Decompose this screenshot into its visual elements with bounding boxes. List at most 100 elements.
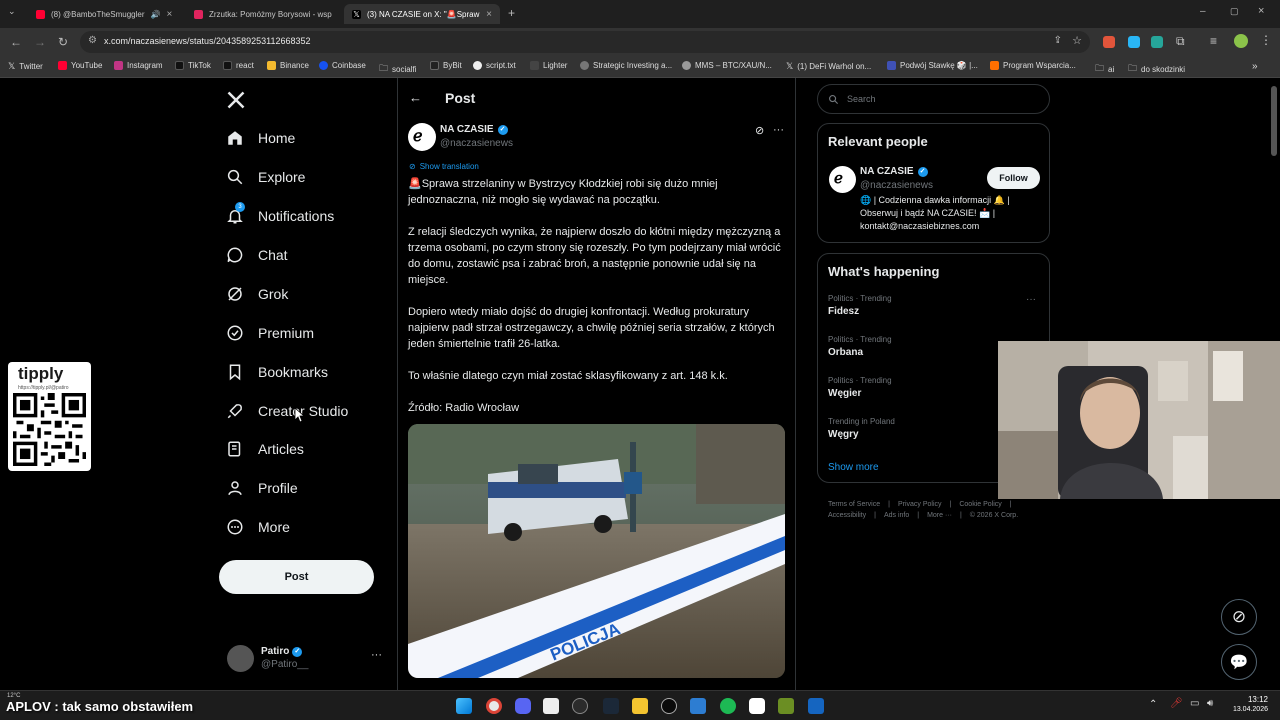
post-image[interactable]: POLICJA [408, 424, 785, 678]
sidebar-item-bookmarks[interactable]: Bookmarks [226, 363, 328, 381]
app-icon[interactable] [749, 698, 765, 714]
extension-icon[interactable] [1128, 36, 1140, 48]
bookmark-item[interactable]: MMS – BTC/XAU/N... [682, 61, 772, 70]
follow-button[interactable]: Follow [987, 167, 1040, 189]
more-dots-icon[interactable]: ··· [773, 124, 784, 136]
sidebar-item-notifications[interactable]: 3 Notifications [226, 202, 334, 225]
bookmark-item[interactable]: Program Wsparcia... [990, 61, 1076, 70]
sidebar-item-profile[interactable]: Profile [226, 479, 298, 497]
trend-item[interactable]: Trending in Poland Węgry [828, 417, 895, 440]
menu-icon[interactable]: ⋮ [1260, 33, 1272, 47]
network-icon[interactable]: ▭ [1190, 698, 1199, 709]
bookmark-item[interactable]: 𝕏 (1) DeFi Warhol on... [786, 61, 871, 72]
person-name[interactable]: NA CZASIE [860, 166, 914, 177]
chrome-icon[interactable] [486, 698, 502, 714]
url-input[interactable]: ⚙ x.com/naczasienews/status/204358925311… [80, 31, 1090, 53]
discord-icon[interactable] [515, 698, 531, 714]
back-arrow-icon[interactable]: ← [409, 90, 422, 105]
show-translation-link[interactable]: ⊘ Show translation [409, 162, 479, 171]
sidebar-item-home[interactable]: Home [226, 129, 295, 147]
maximize-icon[interactable]: ▢ [1230, 6, 1239, 17]
bookmark-item[interactable]: script.txt [473, 61, 516, 70]
site-info-icon[interactable]: ⚙ [88, 35, 97, 46]
bookmark-item[interactable]: react [223, 61, 254, 70]
star-icon[interactable]: ☆ [1072, 34, 1082, 47]
trend-item[interactable]: Politics · Trending Orbana [828, 335, 892, 358]
bookmark-item[interactable]: 🗀 do skodzinki [1128, 61, 1185, 77]
close-icon[interactable]: × [486, 9, 492, 20]
profile-avatar-icon[interactable] [1234, 34, 1248, 48]
new-tab-icon[interactable]: + [508, 6, 515, 20]
x-logo-icon[interactable] [226, 90, 246, 110]
bookmark-item[interactable]: Lighter [530, 61, 567, 70]
bookmark-item[interactable]: ByBit [430, 61, 462, 70]
more-dots-icon[interactable]: ··· [1026, 294, 1036, 305]
clock-date[interactable]: 13.04.2026 [1218, 706, 1268, 713]
bookmark-item[interactable]: Podwój Stawkę 🎲 |... [887, 61, 978, 70]
speaker-icon[interactable]: 🔊 [151, 10, 161, 19]
close-icon[interactable]: × [166, 9, 172, 20]
show-more-link[interactable]: Show more [828, 462, 879, 473]
volume-icon[interactable]: 🔊︎ [1207, 698, 1213, 709]
footer-link[interactable]: Cookie Policy [959, 501, 1001, 508]
obs-icon[interactable] [572, 698, 588, 714]
account-switcher[interactable]: Patiro ✓ @Patiro__ ··· [227, 644, 397, 674]
forward-icon[interactable]: → [34, 35, 46, 49]
post-button[interactable]: Post [219, 560, 374, 594]
steam-icon[interactable] [603, 698, 619, 714]
back-icon[interactable]: ← [10, 35, 22, 49]
bookmark-item[interactable]: Coinbase [319, 61, 366, 70]
sidebar-item-articles[interactable]: Articles [226, 440, 304, 458]
sidebar-item-chat[interactable]: Chat [226, 246, 288, 264]
app-icon[interactable] [778, 698, 794, 714]
microphone-icon[interactable]: 🎤︎ [1170, 698, 1183, 709]
spotify-icon[interactable] [720, 698, 736, 714]
tray-chevron-icon[interactable]: ⌃ [1149, 699, 1157, 710]
grok-icon[interactable]: ⊘ [755, 124, 764, 137]
sidebar-item-grok[interactable]: Grok [226, 285, 288, 303]
author-handle[interactable]: @naczasienews [440, 138, 513, 149]
bookmark-item[interactable]: TikTok [175, 61, 211, 70]
footer-link[interactable]: Terms of Service [828, 501, 880, 508]
extension-icon[interactable] [1151, 36, 1163, 48]
bookmark-item[interactable]: 🗀 ai [1095, 61, 1114, 77]
sidebar-item-creator-studio[interactable]: Creator Studio [226, 402, 348, 420]
author-name[interactable]: NA CZASIE [440, 124, 494, 135]
bookmark-item[interactable]: 🗀 socialfi [379, 61, 416, 77]
footer-link[interactable]: More ··· [927, 512, 952, 519]
install-icon[interactable]: ⇪ [1054, 35, 1062, 46]
extensions-puzzle-icon[interactable]: ⧉ [1176, 34, 1185, 49]
sidebar-item-premium[interactable]: Premium [226, 324, 314, 342]
more-dots-icon[interactable]: ··· [371, 649, 382, 661]
bookmark-item[interactable]: Strategic Investing a... [580, 61, 672, 70]
footer-link[interactable]: Privacy Policy [898, 501, 942, 508]
app-icon[interactable] [543, 698, 559, 714]
bookmark-item[interactable]: Binance [267, 61, 309, 70]
more-bookmarks-icon[interactable]: » [1252, 61, 1258, 72]
app-icon[interactable] [690, 698, 706, 714]
folder-icon[interactable] [632, 698, 648, 714]
person-handle[interactable]: @naczasienews [860, 180, 933, 191]
close-window-icon[interactable]: × [1258, 5, 1264, 17]
bookmark-item[interactable]: 𝕏 Twitter [8, 61, 43, 72]
windows-start-icon[interactable] [456, 698, 472, 714]
search-input[interactable]: Search [817, 84, 1050, 114]
app-icon[interactable] [808, 698, 824, 714]
reading-list-icon[interactable]: ≡ [1210, 34, 1217, 48]
extension-icon[interactable] [1103, 36, 1115, 48]
author-avatar[interactable]: ℯ [829, 166, 856, 193]
reload-icon[interactable]: ↻ [58, 35, 68, 49]
tab-search-icon[interactable]: ⌄ [8, 6, 16, 17]
sidebar-item-explore[interactable]: Explore [226, 168, 305, 186]
sidebar-item-more[interactable]: More [226, 518, 290, 536]
clock-time[interactable]: 13:12 [1228, 695, 1268, 704]
tab-x-post[interactable]: 𝕏 (3) NA CZASIE on X: "🚨Spraw × [344, 4, 500, 24]
footer-link[interactable]: Ads info [884, 512, 909, 519]
grok-float-button[interactable]: ⊘ [1221, 599, 1257, 635]
author-avatar[interactable]: ℯ [408, 123, 436, 151]
minimize-icon[interactable]: – [1200, 6, 1206, 17]
tab-youtube[interactable]: (8) @BamboTheSmuggler 🔊 × [28, 4, 178, 24]
page-scrollbar[interactable] [1271, 86, 1277, 156]
trend-item[interactable]: Politics · Trending Fidesz [828, 294, 892, 317]
tab-zrzutka[interactable]: Zrzutka: Pomóżmy Borysowi - wsp × [186, 4, 336, 24]
